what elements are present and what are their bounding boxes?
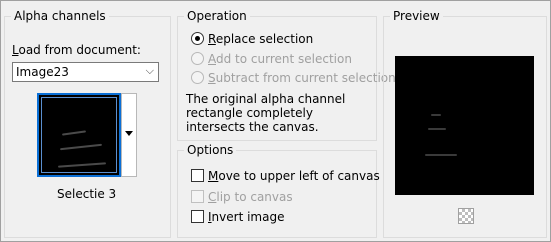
preview-title: Preview [390,9,443,23]
clip-to-canvas-checkbox[interactable] [191,190,204,203]
document-select[interactable]: Image23 ⌵ [12,62,159,82]
move-label-rest: ove to upper left of canvas [218,169,380,183]
thumbnail-stroke [57,162,107,168]
options-title: Options [184,143,237,157]
add-to-selection-label[interactable]: Add to current selection [208,52,352,66]
document-select-value: Image23 [16,65,69,79]
selection-name-label: Selectie 3 [57,187,117,201]
operation-title: Operation [184,9,250,23]
checkerboard-icon[interactable] [458,208,474,224]
alpha-channel-thumbnail[interactable] [37,93,121,177]
invert-image-checkbox[interactable] [191,210,204,223]
alpha-channels-title: Alpha channels [11,9,109,23]
invert-image-label[interactable]: Invert image [208,210,284,224]
subtract-selection-radio[interactable] [191,71,204,84]
preview-stroke [428,128,446,130]
subtract-label-rest: ubtract from current selection [215,71,396,85]
load-label-rest: oad from document: [18,43,141,57]
thumbnail-image [41,97,117,173]
invert-label-rest: nvert image [211,210,285,224]
thumbnail-stroke [60,143,102,151]
replace-selection-radio[interactable] [191,32,204,45]
clip-label-rest: lip to canvas [216,190,293,204]
add-label-rest: dd to current selection [216,52,352,66]
replace-selection-label[interactable]: Replace selection [208,32,313,46]
move-to-upper-left-label[interactable]: Move to upper left of canvas [208,169,380,183]
preview-canvas [395,56,534,195]
subtract-selection-label[interactable]: Subtract from current selection [208,71,396,85]
add-to-selection-radio[interactable] [191,52,204,65]
move-to-upper-left-checkbox[interactable] [191,169,204,182]
thumbnail-dropdown-button[interactable] [121,93,137,177]
clip-to-canvas-label[interactable]: Clip to canvas [208,190,293,204]
chevron-down-icon[interactable]: ⌵ [146,64,154,78]
operation-info-text: The original alpha channel rectangle com… [186,92,346,134]
replace-label-rest: eplace selection [215,32,314,46]
preview-stroke [431,114,441,116]
thumbnail-stroke [61,130,87,136]
load-from-document-label: Load from document: [12,43,141,57]
dropdown-arrow-icon [125,131,133,136]
preview-stroke [425,154,457,156]
